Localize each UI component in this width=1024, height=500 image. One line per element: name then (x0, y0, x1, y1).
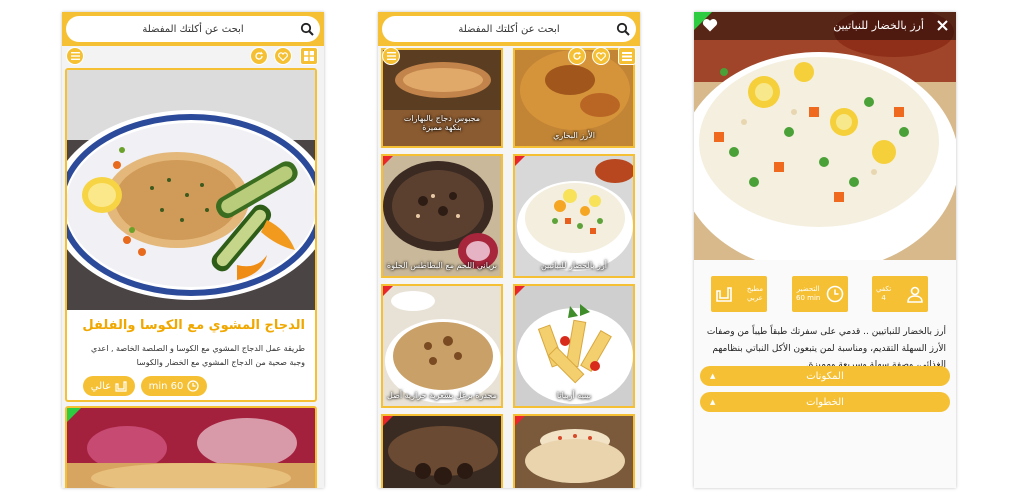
refresh-button[interactable] (568, 47, 586, 65)
recipe-image (383, 286, 501, 406)
recipe-tile-label: بينيه أربياتا (556, 391, 592, 400)
popular-badge (515, 416, 525, 426)
recipe-tile-label: برياني اللحم مع البطاطس الحلوة (386, 261, 498, 270)
chef-icon (115, 381, 127, 392)
top-bar: ابحث عن أكلتك المفضلة (62, 12, 324, 46)
popular-badge (383, 286, 393, 296)
serves-value: 4 (881, 294, 886, 302)
recipe-tile-label: مجدرة برغل بشعرية حرارية أصل (387, 391, 497, 400)
steps-label: الخطوات (806, 396, 844, 408)
toolbar (62, 46, 324, 66)
recipe-tile-label: مجبوس دجاج بالبهارات بنكهة مميزة (403, 114, 481, 132)
menu-button[interactable] (66, 47, 84, 65)
search-input[interactable]: ابحث عن أكلتك المفضلة (382, 24, 610, 35)
popular-badge (383, 416, 393, 426)
close-icon[interactable] (937, 20, 948, 31)
new-badge (67, 408, 81, 422)
person-icon (907, 286, 923, 303)
recipe-title: الدجاج المشوي مع الكوسا والفلفل (82, 318, 305, 333)
chevron-up-icon: ▲ (710, 372, 716, 380)
recipe-card[interactable] (65, 406, 317, 488)
time-value: 60 min (148, 380, 184, 392)
recipe-hero-image (694, 12, 956, 260)
cuisine-value: عربي (747, 294, 763, 302)
recipe-image (67, 408, 315, 488)
menu-icon (386, 52, 396, 60)
recipe-image (383, 156, 501, 276)
refresh-icon (573, 51, 581, 60)
detail-header: أرز بالخضار للنباتيين (694, 12, 956, 40)
recipe-image (67, 70, 315, 310)
recipe-image (515, 156, 633, 276)
recipe-image (383, 416, 501, 488)
recipe-image (515, 416, 633, 488)
menu-button[interactable] (382, 47, 400, 65)
screen-recipe-detail: أرز بالخضار للنباتيين مطبخ عربي التحضير 60… (694, 12, 956, 488)
popular-badge (383, 156, 393, 166)
recipe-tile-label: الأرز البخاري (553, 131, 595, 140)
recipe-tile-label: أرز بالخضار للنباتيين (540, 261, 608, 270)
serves-label: تكفي (876, 284, 892, 293)
popular-badge (515, 286, 525, 296)
heart-icon (596, 51, 606, 61)
difficulty-value: عالي (90, 380, 112, 392)
recipe-card[interactable]: الدجاج المشوي مع الكوسا والفلفل طريقة عم… (65, 68, 317, 402)
recipe-tile[interactable]: برياني اللحم مع البطاطس الحلوة (381, 154, 503, 278)
cuisine-stat: مطبخ عربي (711, 276, 767, 312)
difficulty-badge: عالي (83, 376, 135, 396)
chevron-up-icon: ▲ (710, 398, 716, 406)
screen-recipe-feed: ابحث عن أكلتك المفضلة الدجاج المشوي مع ا… (62, 12, 324, 488)
recipe-title: أرز بالخضار للنباتيين (833, 19, 924, 32)
favorite-button[interactable] (274, 47, 292, 65)
menu-icon (70, 52, 80, 60)
recipe-tile[interactable] (513, 414, 635, 488)
favorite-button[interactable] (592, 47, 610, 65)
chef-icon (716, 287, 732, 302)
cuisine-label: مطبخ (746, 284, 763, 293)
steps-accordion[interactable]: ▲ الخطوات (700, 392, 950, 412)
recipe-tile[interactable] (381, 414, 503, 488)
clock-icon (187, 380, 200, 392)
search-icon[interactable] (294, 16, 320, 42)
search-bar[interactable]: ابحث عن أكلتك المفضلة (66, 16, 320, 42)
heart-icon[interactable] (702, 18, 718, 32)
prep-stat: التحضير 60 min (792, 276, 848, 312)
prep-label: التحضير (796, 284, 820, 293)
ingredients-accordion[interactable]: ▲ المكونات (700, 366, 950, 386)
refresh-button[interactable] (250, 47, 268, 65)
time-badge: 60 min (141, 376, 207, 396)
recipe-description: طريقة عمل الدجاج المشوي مع الكوسا و الصل… (90, 344, 305, 367)
serves-stat: تكفي 4 (872, 276, 928, 312)
search-input[interactable]: ابحث عن أكلتك المفضلة (66, 24, 294, 35)
grid-icon (304, 51, 314, 61)
list-view-button[interactable] (618, 47, 636, 65)
recipe-image (515, 286, 633, 406)
toolbar (378, 46, 640, 66)
grid-view-button[interactable] (300, 47, 318, 65)
search-bar[interactable]: ابحث عن أكلتك المفضلة (382, 16, 636, 42)
ingredients-label: المكونات (806, 370, 844, 382)
heart-icon (278, 51, 288, 61)
recipe-tile[interactable]: أرز بالخضار للنباتيين (513, 154, 635, 278)
search-icon[interactable] (610, 16, 636, 42)
recipe-tile[interactable]: مجدرة برغل بشعرية حرارية أصل (381, 284, 503, 408)
refresh-icon (255, 51, 263, 60)
popular-badge (515, 156, 525, 166)
clock-icon (826, 285, 844, 303)
prep-value: 60 min (796, 294, 821, 302)
screen-recipe-grid: ابحث عن أكلتك المفضلة مجبوس دجاج بالبهار… (378, 12, 640, 488)
list-icon (622, 51, 632, 61)
top-bar: ابحث عن أكلتك المفضلة (378, 12, 640, 46)
recipe-tile[interactable]: بينيه أربياتا (513, 284, 635, 408)
